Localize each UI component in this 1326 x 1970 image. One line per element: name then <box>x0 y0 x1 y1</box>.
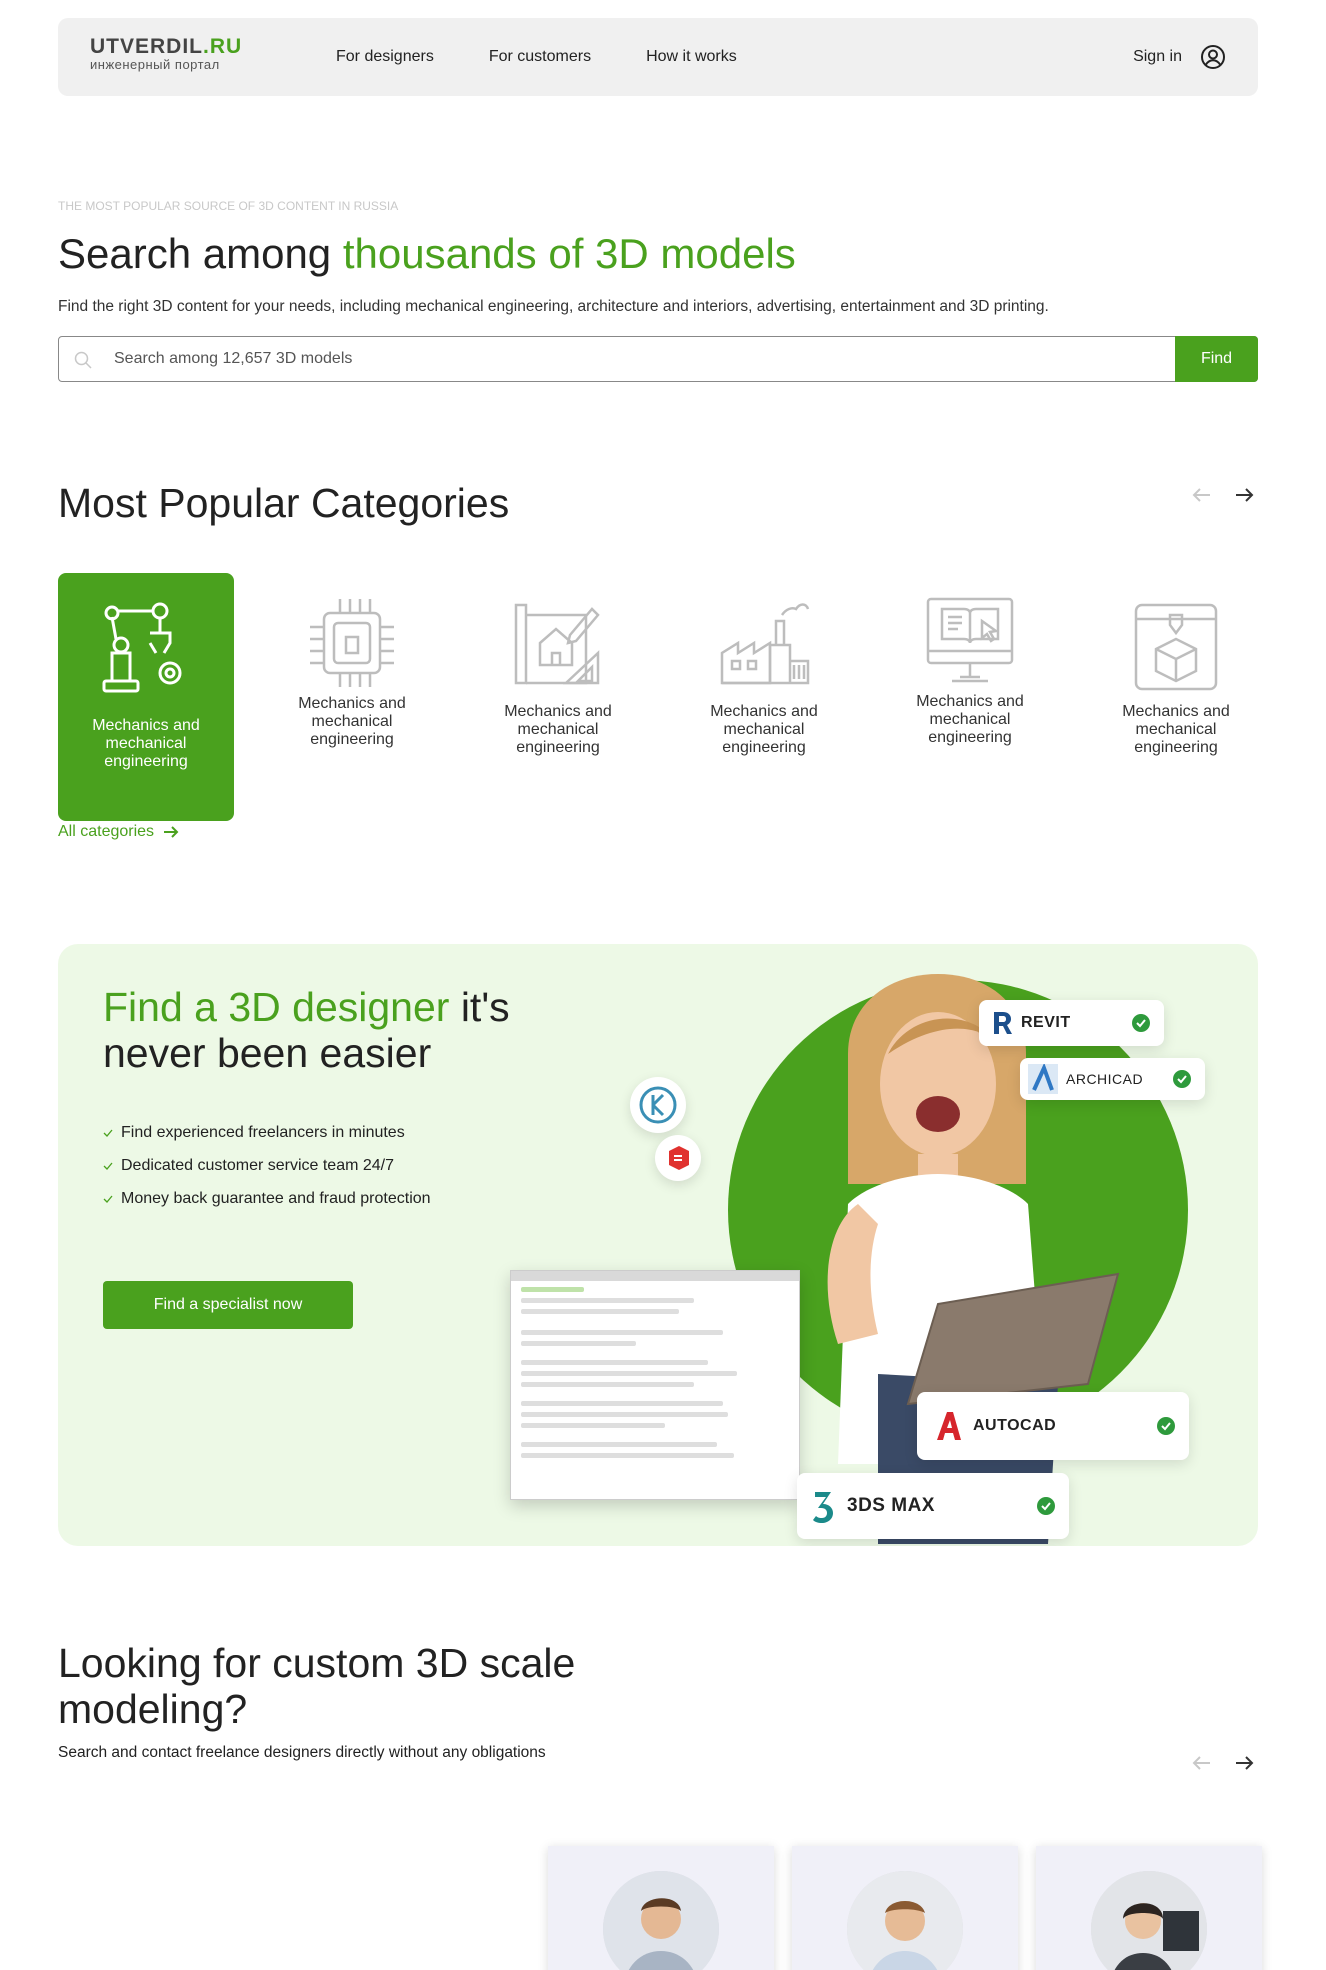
check-icon <box>103 1195 113 1203</box>
logo-tld: .RU <box>203 35 243 58</box>
arrow-right-icon[interactable] <box>1231 1750 1257 1776</box>
platform-screenshot-image <box>510 1270 800 1500</box>
categories-title: Most Popular Categories <box>58 480 510 526</box>
top-header: UTVERDIL.RU инженерный портал For design… <box>58 18 1258 96</box>
banner-title-accent: Find a 3D designer <box>103 984 450 1030</box>
benefit-text: Dedicated customer service team 24/7 <box>121 1157 395 1174</box>
autocad-logo-icon <box>937 1412 961 1440</box>
check-circle-icon <box>1037 1497 1055 1515</box>
custom-title-line2: modeling? <box>58 1686 248 1732</box>
category-label: Mechanics and mechanical engineering <box>92 717 200 770</box>
category-label: Mechanics and mechanical engineering <box>916 693 1024 746</box>
arrow-right-icon[interactable] <box>1231 482 1257 508</box>
kompas-icon <box>630 1077 686 1133</box>
avatar <box>1091 1871 1207 1970</box>
revit-logo-icon <box>994 1012 1012 1034</box>
hero-title: Search among thousands of 3D models <box>58 230 796 278</box>
logo[interactable]: UTVERDIL.RU инженерный портал <box>90 36 242 72</box>
banner-title: Find a 3D designer it's never been easier <box>103 984 510 1076</box>
benefit-item: Find experienced freelancers in minutes <box>103 1124 431 1157</box>
archicad-badge: ARCHICAD <box>1020 1058 1205 1100</box>
find-button[interactable]: Find <box>1175 336 1258 382</box>
categories-carousel-arrows <box>1189 482 1259 508</box>
nav-how-it-works[interactable]: How it works <box>646 48 737 66</box>
arrow-left-icon[interactable] <box>1189 482 1215 508</box>
main-nav: For designers For customers How it works <box>336 48 737 66</box>
check-icon <box>103 1129 113 1137</box>
logo-main-text: UTVERDIL <box>90 35 203 58</box>
benefit-text: Money back guarantee and fraud protectio… <box>121 1190 431 1207</box>
nav-for-designers[interactable]: For designers <box>336 48 434 66</box>
archicad-logo-icon <box>1028 1064 1058 1094</box>
benefit-text: Find experienced freelancers in minutes <box>121 1124 405 1141</box>
sign-in-link[interactable]: Sign in <box>1133 48 1182 66</box>
designers-carousel-arrows <box>1189 1750 1259 1776</box>
category-card-4[interactable]: Mechanics and mechanical engineering <box>676 573 852 821</box>
archicad-label: ARCHICAD <box>1066 1071 1144 1087</box>
custom-title-line1: Looking for custom 3D scale <box>58 1640 576 1686</box>
category-label: Mechanics and mechanical engineering <box>504 703 612 756</box>
hero-eyebrow: THE MOST POPULAR SOURCE OF 3D CONTENT IN… <box>58 199 399 213</box>
custom-modeling-title: Looking for custom 3D scale modeling? <box>58 1640 575 1732</box>
logo-subtitle: инженерный портал <box>90 57 220 72</box>
3d-printer-icon <box>1134 603 1218 691</box>
category-card-2[interactable]: Mechanics and mechanical engineering <box>264 573 440 821</box>
factory-icon <box>720 603 810 685</box>
find-designer-banner: Find a 3D designer it's never been easier… <box>58 944 1258 1546</box>
3ds-max-logo-icon <box>813 1492 833 1523</box>
designer-card-3[interactable] <box>1036 1846 1262 1970</box>
chip-icon <box>310 599 394 687</box>
check-icon <box>103 1162 113 1170</box>
robot-arm-icon <box>102 602 182 693</box>
3ds-max-label: 3DS MAX <box>847 1495 935 1516</box>
category-card-6[interactable]: Mechanics and mechanical engineering <box>1088 573 1264 821</box>
all-categories-label: All categories <box>58 823 155 840</box>
category-card-1[interactable]: Mechanics and mechanical engineering <box>58 573 234 821</box>
nav-for-customers[interactable]: For customers <box>489 48 591 66</box>
check-circle-icon <box>1132 1014 1150 1032</box>
blueprint-house-icon <box>514 603 600 685</box>
avatar <box>847 1871 963 1970</box>
search-input[interactable] <box>114 337 1164 381</box>
check-circle-icon <box>1157 1417 1175 1435</box>
hero-title-plain: Search among <box>58 230 343 277</box>
check-circle-icon <box>1173 1070 1191 1088</box>
category-label: Mechanics and mechanical engineering <box>710 703 818 756</box>
hero-title-accent: thousands of 3D models <box>342 230 796 277</box>
all-categories-link[interactable]: All categories <box>58 823 180 841</box>
arrow-right-icon <box>164 826 179 838</box>
search-bar: Find <box>58 336 1258 382</box>
monitor-book-icon <box>926 597 1014 683</box>
autocad-badge: AUTOCAD <box>917 1392 1189 1460</box>
benefits-list: Find experienced freelancers in minutes … <box>103 1124 431 1223</box>
custom-modeling-description: Search and contact freelance designers d… <box>58 1744 546 1761</box>
user-icon[interactable] <box>1200 44 1226 70</box>
3ds-max-badge: 3DS MAX <box>797 1473 1069 1539</box>
category-card-3[interactable]: Mechanics and mechanical engineering <box>470 573 646 821</box>
designer-card-2[interactable] <box>792 1846 1018 1970</box>
benefit-item: Dedicated customer service team 24/7 <box>103 1157 431 1190</box>
designer-card-1[interactable] <box>548 1846 774 1970</box>
revit-badge: REVIT <box>979 1000 1164 1046</box>
search-icon <box>74 351 92 369</box>
benefit-item: Money back guarantee and fraud protectio… <box>103 1190 431 1223</box>
banner-title-rest: it's <box>449 984 510 1030</box>
find-specialist-button[interactable]: Find a specialist now <box>103 1281 353 1329</box>
category-label: Mechanics and mechanical engineering <box>1122 703 1230 756</box>
autocad-label: AUTOCAD <box>973 1417 1057 1434</box>
category-label: Mechanics and mechanical engineering <box>298 695 406 748</box>
sketchup-icon <box>655 1135 701 1181</box>
hero-description: Find the right 3D content for your needs… <box>58 298 1049 315</box>
banner-title-line2: never been easier <box>103 1030 432 1076</box>
avatar <box>603 1871 719 1970</box>
category-card-5[interactable]: Mechanics and mechanical engineering <box>882 573 1058 821</box>
revit-label: REVIT <box>1021 1014 1071 1031</box>
arrow-left-icon[interactable] <box>1189 1750 1215 1776</box>
